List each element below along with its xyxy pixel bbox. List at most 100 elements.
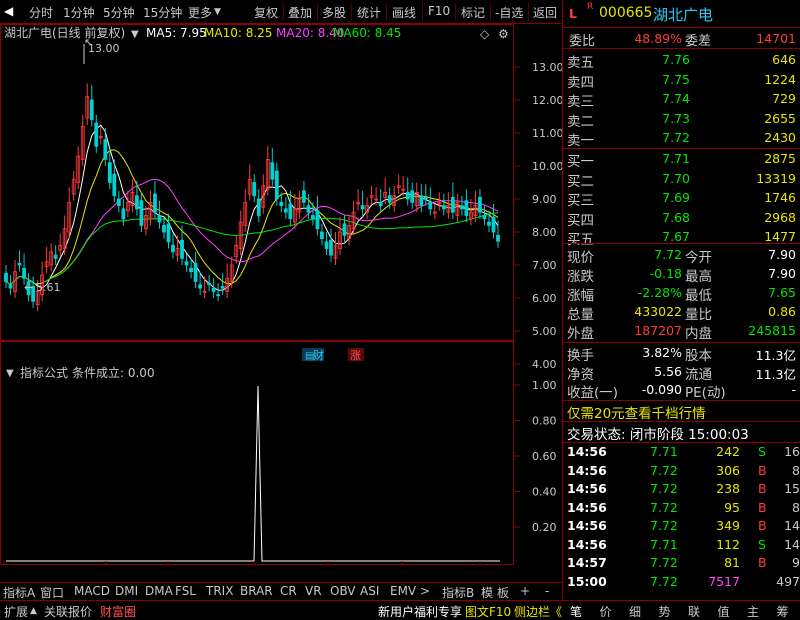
stat-value: 5.56 bbox=[654, 363, 682, 379]
candle-body bbox=[184, 261, 189, 266]
tick-time: 14:56 bbox=[567, 444, 607, 459]
tick-volume: 7517 bbox=[708, 573, 740, 589]
sell-level-price: 7.73 bbox=[662, 110, 690, 126]
tab-15min[interactable]: 15分钟 bbox=[143, 4, 182, 21]
tick-count: 14 bbox=[784, 536, 800, 552]
btn-back[interactable]: 返回 bbox=[533, 4, 557, 21]
right-tab[interactable]: 筹 bbox=[770, 603, 796, 620]
indicator-tab[interactable]: CR bbox=[280, 584, 297, 598]
indicator-tab[interactable]: EMV bbox=[390, 584, 416, 598]
sell-level-volume: 646 bbox=[772, 52, 796, 67]
more-dropdown-icon[interactable]: ▼ bbox=[214, 7, 221, 17]
indicator-tab[interactable]: ASI bbox=[360, 584, 379, 598]
right-tab[interactable]: 联 bbox=[681, 603, 707, 620]
stat-label: 现价 bbox=[567, 250, 594, 266]
price-tick-label: 4.00 bbox=[532, 358, 557, 371]
tick-count: 8 bbox=[792, 499, 800, 515]
indicator-tab[interactable]: DMI bbox=[115, 584, 138, 598]
tick-count: 8 bbox=[792, 462, 800, 478]
tick-time: 15:00 bbox=[567, 573, 607, 589]
indicator-tab[interactable]: DMA bbox=[145, 584, 173, 598]
indicator-tabs: 指标A 窗口 MACD DMI DMA FSL TRIX BRAR CR VR OBV ASI EMV >… bbox=[0, 582, 562, 600]
price-tick-label: 8.00 bbox=[532, 226, 557, 239]
chart-toolbar: ◀ 分时 1分钟 5分钟 15分钟 更多 ▼ 复权 叠加 多股 统计 画线 F1… bbox=[0, 0, 562, 24]
promo-link[interactable]: 新用户福利专享 bbox=[378, 603, 462, 620]
tick-time: 14:56 bbox=[567, 536, 607, 552]
wealth-circle-button[interactable]: 财富圈 bbox=[100, 603, 136, 620]
sell-level-label: 卖三 bbox=[567, 94, 594, 110]
settings-icon[interactable]: ⚙ bbox=[498, 27, 509, 41]
btn-statistics[interactable]: 统计 bbox=[357, 4, 381, 21]
stat-value: 3.82% bbox=[642, 345, 682, 360]
diamond-icon[interactable]: ◇ bbox=[480, 27, 490, 41]
candle-body bbox=[157, 215, 162, 223]
stat-value: 7.90 bbox=[768, 266, 796, 281]
candle-body bbox=[180, 239, 184, 259]
buy-level-price: 7.67 bbox=[662, 229, 690, 244]
price-axis: 13.00 12.00 11.00 10.00 9.00 8.00 7.00 6.00 5.00… bbox=[514, 61, 564, 371]
indicator-tab[interactable]: TRIX bbox=[206, 584, 233, 598]
indicator-tab[interactable]: VR bbox=[305, 584, 322, 598]
tab-5min[interactable]: 5分钟 bbox=[103, 4, 135, 21]
sell-level-volume: 729 bbox=[772, 91, 796, 106]
indicator-tab[interactable]: + bbox=[520, 584, 530, 598]
indicator-tab[interactable]: 指标A bbox=[3, 584, 35, 601]
toolbar-collapse-icon[interactable]: ◀ bbox=[4, 4, 13, 18]
tick-time: 14:56 bbox=[567, 518, 607, 533]
indicator-tab[interactable]: - bbox=[545, 584, 549, 598]
indicator-tab[interactable]: OBV bbox=[330, 584, 356, 598]
indicator-tab[interactable]: BRAR bbox=[240, 584, 273, 598]
chart-title: 湖北广电(日线 前复权) bbox=[4, 25, 125, 40]
tick-side: B bbox=[758, 481, 767, 496]
btn-restore-rights[interactable]: 复权 bbox=[254, 4, 278, 21]
right-tab[interactable]: 价 bbox=[593, 603, 619, 620]
btn-multi-stock[interactable]: 多股 bbox=[322, 4, 346, 21]
ma5-value: MA5: 7.95 bbox=[146, 26, 207, 40]
stat-value: 7.90 bbox=[768, 247, 796, 262]
sidebar-button[interactable]: 侧边栏《 bbox=[514, 603, 562, 620]
expand-button[interactable]: 扩展 bbox=[4, 603, 28, 620]
status-bar: 扩展 ▲ 关联报价 财富圈 新用户福利专享 图文F10 侧边栏《 笔价细势联值主… bbox=[0, 600, 800, 620]
sell-level-label: 卖二 bbox=[567, 113, 594, 130]
right-tab[interactable]: 势 bbox=[652, 603, 678, 620]
expand-arrow-icon[interactable]: ▲ bbox=[30, 606, 37, 616]
candle-body bbox=[139, 200, 144, 226]
indicator-tab[interactable]: 模 bbox=[481, 584, 493, 601]
level2-promo[interactable]: 仅需20元查看千档行情 bbox=[567, 402, 706, 422]
candle-body bbox=[459, 205, 464, 210]
btn-draw-line[interactable]: 画线 bbox=[392, 4, 416, 21]
sub-indicator-title[interactable]: 指标公式 bbox=[20, 365, 68, 380]
indicator-tab[interactable]: 指标B bbox=[442, 584, 474, 601]
right-tab[interactable]: 值 bbox=[711, 603, 737, 620]
chart-title-dropdown-icon[interactable]: ▼ bbox=[131, 29, 139, 40]
tab-intraday[interactable]: 分时 bbox=[29, 4, 53, 21]
sub-tick-label: 0.40 bbox=[532, 486, 557, 499]
indicator-tab[interactable]: MACD bbox=[74, 584, 110, 598]
sub-tick-label: 0.20 bbox=[532, 521, 557, 534]
btn-add-watchlist[interactable]: -自选 bbox=[495, 4, 523, 21]
candle-body bbox=[487, 221, 491, 226]
indicator-tab[interactable]: 板 bbox=[497, 584, 509, 601]
sell-level-price: 7.75 bbox=[662, 71, 690, 87]
btn-overlay[interactable]: 叠加 bbox=[288, 4, 312, 21]
btn-f10[interactable]: F10 bbox=[428, 4, 450, 18]
candle-body bbox=[112, 173, 117, 197]
candle-body bbox=[288, 203, 293, 220]
sub-collapse-icon[interactable]: ▼ bbox=[6, 368, 14, 379]
right-tab[interactable]: 笔 bbox=[563, 603, 589, 620]
candle-body bbox=[320, 231, 324, 239]
sell-level-label: 卖五 bbox=[567, 55, 594, 71]
right-tab[interactable]: 主 bbox=[740, 603, 766, 620]
indicator-tab[interactable]: 窗口 bbox=[40, 584, 64, 601]
indicator-tab[interactable]: > bbox=[420, 584, 430, 598]
tab-more[interactable]: 更多 bbox=[188, 4, 212, 21]
f10-graphic-button[interactable]: 图文F10 bbox=[465, 603, 511, 620]
related-quote-button[interactable]: 关联报价 bbox=[44, 603, 92, 620]
kline-chart-svg[interactable]: 13.00 12.00 11.00 10.00 9.00 8.00 7.00 6.00 5.00… bbox=[0, 24, 564, 583]
tab-1min[interactable]: 1分钟 bbox=[63, 4, 95, 21]
buy-level-label: 买一 bbox=[567, 154, 594, 170]
btn-mark[interactable]: 标记 bbox=[461, 4, 485, 21]
indicator-tab[interactable]: FSL bbox=[175, 584, 196, 598]
candle-body bbox=[121, 208, 126, 220]
right-tab[interactable]: 细 bbox=[622, 603, 648, 620]
